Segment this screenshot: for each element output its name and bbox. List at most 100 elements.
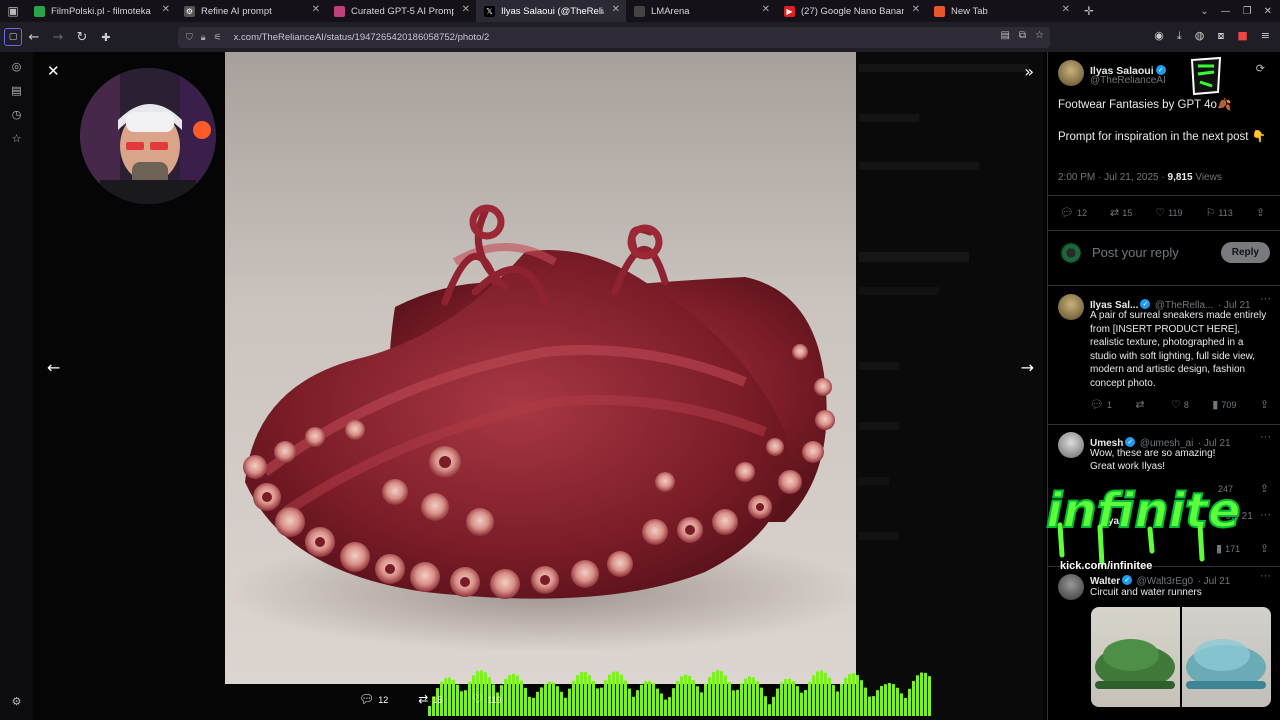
settings-gear-icon[interactable]: ⚙ bbox=[12, 695, 22, 708]
site-settings-icon[interactable]: ⚟ bbox=[214, 33, 222, 43]
share-button[interactable]: ⇪ bbox=[1260, 398, 1272, 411]
reply-button[interactable]: 💬︎ 1 bbox=[1090, 398, 1112, 411]
audio-bar bbox=[536, 691, 539, 716]
reply-media-green-shoe[interactable] bbox=[1091, 607, 1180, 707]
more-options-icon[interactable]: ··· bbox=[1260, 509, 1271, 521]
vpn-icon[interactable]: ◍ bbox=[1195, 29, 1205, 43]
like-button[interactable]: ♡ 8 bbox=[1171, 398, 1189, 411]
extensions-icon[interactable]: ⧇ bbox=[1217, 29, 1224, 43]
reply-item[interactable]: Walter ✓ @Walt3rEg0 · Jul 21 ··· Circuit … bbox=[1048, 568, 1280, 720]
bookmarks-icon[interactable]: ☆ bbox=[12, 132, 22, 145]
views-count[interactable]: ▮ 709 bbox=[1212, 398, 1236, 411]
audio-bar bbox=[528, 696, 531, 716]
streamer-webcam bbox=[80, 68, 216, 204]
reply-button[interactable]: 💬︎ 12 bbox=[1060, 206, 1087, 219]
tab-title: LMArena bbox=[651, 5, 690, 17]
close-viewer-icon[interactable]: ✕ bbox=[47, 62, 60, 80]
share-button[interactable]: ⇪ bbox=[1260, 482, 1272, 495]
close-tab-icon[interactable]: ✕ bbox=[1062, 4, 1070, 15]
tab-title: Curated GPT-5 AI Prompts for S bbox=[351, 5, 454, 17]
camera-icon[interactable]: ◉ bbox=[1154, 29, 1164, 43]
lock-icon[interactable]: 🔒︎ bbox=[201, 33, 206, 43]
tab-search-icon[interactable]: ⌄ bbox=[1200, 6, 1208, 17]
tweet-timestamp[interactable]: 2:00 PM · Jul 21, 2025 · 9,815 Views bbox=[1058, 172, 1222, 183]
reader-view-icon[interactable]: ▤ bbox=[1000, 30, 1009, 41]
audio-bar bbox=[688, 675, 691, 716]
close-tab-icon[interactable]: ✕ bbox=[312, 4, 320, 15]
browser-tab[interactable]: Curated GPT-5 AI Prompts for S ✕ bbox=[326, 0, 476, 22]
maximize-button[interactable]: ❐ bbox=[1243, 6, 1252, 17]
dimmed-background-timeline bbox=[853, 52, 1043, 720]
media-like-button[interactable]: ♡ 119 bbox=[472, 692, 501, 706]
retweet-button[interactable]: ⇄ bbox=[1135, 398, 1147, 411]
close-tab-icon[interactable]: ✕ bbox=[612, 4, 620, 15]
tweet-photo-octopus-sneakers[interactable] bbox=[225, 52, 856, 684]
next-photo-arrow[interactable]: → bbox=[1021, 358, 1034, 377]
like-button[interactable]: ♡ 119 bbox=[1155, 206, 1182, 219]
shield-icon[interactable]: ⛉ bbox=[186, 33, 193, 43]
reply-author-avatar[interactable] bbox=[1058, 294, 1084, 320]
browser-tab[interactable]: ⚙ Refine AI prompt ✕ bbox=[176, 0, 326, 22]
browser-tab[interactable]: 𝕏 Ilyas Salaoui (@TheRelianceAI) ✕ bbox=[476, 0, 626, 22]
more-options-icon[interactable]: ··· bbox=[1260, 570, 1271, 582]
bookmark-button[interactable]: ⚐ 113 bbox=[1206, 206, 1233, 219]
back-button[interactable]: ← bbox=[22, 25, 46, 49]
forward-button[interactable]: → bbox=[46, 25, 70, 49]
browser-tab[interactable]: LMArena ✕ bbox=[626, 0, 776, 22]
messenger-icon[interactable]: ◎ bbox=[12, 60, 22, 73]
close-tab-icon[interactable]: ✕ bbox=[762, 4, 770, 15]
reply-submit-button[interactable]: Reply bbox=[1220, 242, 1270, 263]
url-text[interactable]: x.com/TheRelianceAI/status/1947265420186… bbox=[234, 32, 490, 43]
tab-favicon-icon bbox=[634, 5, 645, 17]
browser-tab[interactable]: New Tab ✕ bbox=[926, 0, 1076, 22]
minimize-button[interactable]: — bbox=[1221, 6, 1231, 17]
audio-bar bbox=[740, 683, 743, 716]
share-button[interactable]: ⇪ bbox=[1256, 206, 1268, 219]
retweet-button[interactable]: ⇄ 15 bbox=[1110, 206, 1132, 219]
reply-media-water-shoe[interactable] bbox=[1182, 607, 1271, 707]
address-bar[interactable]: ⛉ 🔒︎ ⚟ x.com/TheRelianceAI/status/194726… bbox=[178, 27, 1050, 48]
close-tab-icon[interactable]: ✕ bbox=[162, 4, 170, 15]
media-retweet-button[interactable]: ⇄ 15 bbox=[418, 692, 442, 706]
close-window-button[interactable]: ✕ bbox=[1264, 6, 1272, 17]
share-button[interactable]: ⇪ bbox=[1260, 542, 1272, 555]
close-tab-icon[interactable]: ✕ bbox=[462, 4, 470, 15]
browser-tab[interactable]: ▶ (27) Google Nano Banana do fi ✕ bbox=[776, 0, 926, 22]
browser-tab[interactable]: FilmPolski.pl - filmoteka ✕ bbox=[26, 0, 176, 22]
audio-bar bbox=[912, 680, 915, 716]
reply-item[interactable]: Ilyas Sal... ✓ @TheRella... · Jul 21 ··· … bbox=[1048, 288, 1280, 418]
history-icon[interactable]: ◷ bbox=[12, 108, 22, 121]
previous-photo-arrow[interactable]: ← bbox=[47, 358, 60, 377]
more-options-icon[interactable]: ··· bbox=[1260, 431, 1271, 443]
audio-bar bbox=[888, 683, 891, 716]
download-icon[interactable]: ⤓ bbox=[1177, 29, 1182, 43]
media-reply-button[interactable]: 💬︎ 12 bbox=[359, 692, 388, 706]
new-tab-plus-button[interactable]: ✚ bbox=[94, 25, 118, 49]
audio-bar bbox=[908, 688, 911, 716]
verified-badge-icon: ✓ bbox=[1155, 64, 1166, 75]
audio-bar bbox=[668, 697, 671, 716]
adblock-icon[interactable]: ■ bbox=[1237, 29, 1247, 43]
audio-bar bbox=[916, 675, 919, 716]
audio-bar bbox=[604, 680, 607, 716]
tab-overview-icon[interactable]: ▣ bbox=[0, 0, 26, 22]
grok-icon[interactable]: ⟳ bbox=[1256, 62, 1265, 75]
expand-panel-icon[interactable]: » bbox=[1024, 62, 1034, 81]
reply-author-avatar[interactable] bbox=[1058, 574, 1084, 600]
sidebar-toggle-icon[interactable]: ▢ bbox=[4, 28, 22, 46]
author-handle[interactable]: @TheRelianceAI bbox=[1090, 75, 1166, 86]
audio-bar bbox=[428, 706, 431, 716]
reply-input[interactable]: Post your reply bbox=[1092, 245, 1179, 260]
close-tab-icon[interactable]: ✕ bbox=[912, 4, 920, 15]
audio-bar bbox=[532, 697, 535, 716]
screenshot-icon[interactable]: ⧉ bbox=[1019, 30, 1026, 41]
share-icon: ⇪ bbox=[1255, 206, 1265, 219]
menu-icon[interactable]: ≡ bbox=[1261, 29, 1270, 43]
more-options-icon[interactable]: ··· bbox=[1260, 293, 1271, 305]
tabs-panel-icon[interactable]: ▤ bbox=[11, 84, 21, 97]
author-avatar[interactable] bbox=[1058, 60, 1084, 86]
reload-button[interactable]: ↻ bbox=[70, 25, 94, 49]
new-tab-button[interactable]: ✛ bbox=[1076, 0, 1102, 22]
brand-name: infinitee bbox=[1046, 483, 1240, 539]
bookmark-star-icon[interactable]: ☆ bbox=[1035, 30, 1044, 41]
